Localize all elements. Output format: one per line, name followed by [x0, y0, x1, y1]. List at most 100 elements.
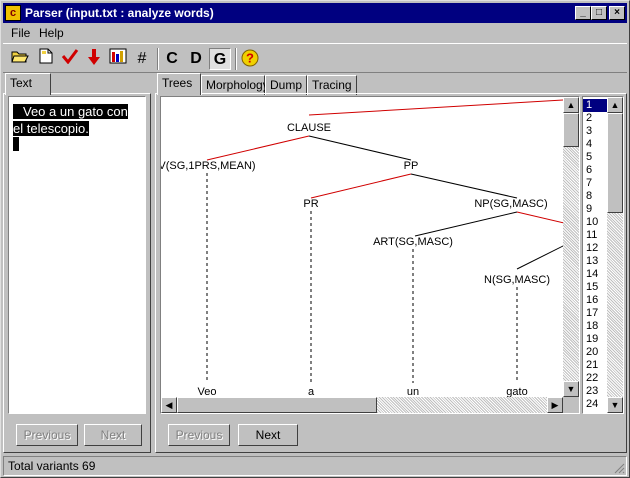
toolbar-separator	[157, 48, 159, 70]
variant-item[interactable]: 13	[583, 255, 607, 268]
scroll-corner	[563, 397, 579, 413]
variant-item[interactable]: 24	[583, 398, 607, 411]
variant-item[interactable]: 1	[583, 99, 607, 112]
variant-list[interactable]: 1 2 3 4 5 6 7 8 9 10 11 12 13 14 15 16 17 18 19 20 21 22 23 24	[583, 99, 607, 411]
node-n: N(SG,MASC)	[484, 274, 550, 286]
variant-item[interactable]: 20	[583, 346, 607, 359]
window-title: Parser (input.txt : analyze words)	[25, 6, 214, 20]
scroll-thumb-horizontal[interactable]	[177, 397, 377, 413]
variant-scroll-track[interactable]	[607, 213, 623, 397]
variant-item[interactable]: 17	[583, 307, 607, 320]
parse-tree: CLAUSE V(SG,1PRS,MEAN) PP PR NP(SG,MASC)…	[161, 99, 563, 397]
edge-clause-v	[206, 135, 310, 161]
variant-item[interactable]: 7	[583, 177, 607, 190]
help-icon[interactable]: ?	[239, 48, 261, 70]
variant-item[interactable]: 4	[583, 138, 607, 151]
tab-tracing[interactable]: Tracing	[307, 75, 357, 95]
title-bar[interactable]: c Parser (input.txt : analyze words) _ □…	[3, 3, 627, 23]
node-pr: PR	[303, 198, 318, 210]
word-veo: Veo	[198, 386, 217, 397]
minimize-button[interactable]: _	[575, 6, 591, 20]
text-area[interactable]: Veo a un gato con el telescopio.	[8, 96, 146, 414]
g-button[interactable]: G	[209, 48, 231, 70]
menu-bar: File Help	[3, 24, 627, 43]
node-pp: PP	[404, 160, 419, 172]
scroll-down-arrow-icon[interactable]: ▼	[563, 381, 579, 397]
node-clause: CLAUSE	[287, 122, 331, 134]
help-label: ?	[246, 51, 254, 66]
tree-canvas[interactable]: CLAUSE V(SG,1PRS,MEAN) PP PR NP(SG,MASC)…	[160, 96, 580, 414]
variant-scroll-down-arrow-icon[interactable]: ▼	[607, 397, 623, 413]
variant-item[interactable]: 12	[583, 242, 607, 255]
variant-item[interactable]: 6	[583, 164, 607, 177]
text-panel: Veo a un gato con el telescopio. Previou…	[3, 93, 151, 453]
variant-item[interactable]: 5	[583, 151, 607, 164]
new-document-icon[interactable]	[35, 48, 57, 70]
maximize-button[interactable]: □	[591, 6, 607, 20]
scroll-up-arrow-icon[interactable]: ▲	[563, 97, 579, 113]
hash-button[interactable]: #	[131, 48, 153, 70]
variant-item[interactable]: 10	[583, 216, 607, 229]
table-chart-icon[interactable]	[107, 48, 129, 70]
edge-np-n	[516, 245, 563, 270]
red-check-icon[interactable]	[59, 48, 81, 70]
variant-list-box[interactable]: 1 2 3 4 5 6 7 8 9 10 11 12 13 14 15 16 17 18 19 20 21 22 23 24 …	[582, 96, 624, 414]
tab-text[interactable]: Text	[5, 73, 51, 95]
edge-clause-pp	[308, 135, 412, 161]
trees-previous-button[interactable]: Previous	[168, 424, 230, 446]
variant-item[interactable]: 21	[583, 359, 607, 372]
red-down-arrow-icon[interactable]	[83, 48, 105, 70]
toolbar: # C D G ?	[3, 43, 627, 73]
variant-item[interactable]: 22	[583, 372, 607, 385]
variant-item[interactable]: 23	[583, 385, 607, 398]
variant-item[interactable]: 16	[583, 294, 607, 307]
variant-scroll-thumb[interactable]	[607, 113, 623, 213]
tab-morphology[interactable]: Morphology	[201, 75, 269, 95]
text-cursor	[13, 137, 19, 151]
tab-trees[interactable]: Trees	[157, 73, 201, 95]
close-button[interactable]: ×	[609, 6, 625, 20]
variant-item[interactable]: 15	[583, 281, 607, 294]
variant-item[interactable]: 19	[583, 333, 607, 346]
text-content: Veo a un gato con el telescopio.	[13, 103, 128, 151]
scroll-left-arrow-icon[interactable]: ◀	[161, 397, 177, 413]
variant-item[interactable]: 18	[583, 320, 607, 333]
variant-item[interactable]: 2	[583, 112, 607, 125]
edge-np-head	[516, 211, 563, 224]
scroll-thumb[interactable]	[563, 113, 579, 147]
open-folder-icon[interactable]	[9, 48, 31, 70]
parser-window: c Parser (input.txt : analyze words) _ □…	[0, 0, 630, 478]
toolbar-separator	[235, 48, 237, 70]
variant-item[interactable]: 8	[583, 190, 607, 203]
node-v: V(SG,1PRS,MEAN)	[161, 160, 256, 172]
edge-pp-pr	[310, 173, 412, 199]
tab-dump[interactable]: Dump	[265, 75, 307, 95]
variant-item[interactable]: 9	[583, 203, 607, 216]
edge-clause-head	[308, 99, 563, 116]
variant-item[interactable]: 14	[583, 268, 607, 281]
menu-file[interactable]: File	[11, 26, 30, 40]
text-next-button[interactable]: Next	[84, 424, 142, 446]
edge-pp-np	[410, 173, 518, 199]
resize-grip-icon[interactable]	[613, 462, 625, 474]
variant-scrollbar[interactable]: ▲ ▼	[607, 97, 623, 413]
variant-item[interactable]: 11	[583, 229, 607, 242]
app-icon[interactable]: c	[5, 5, 21, 21]
variant-scroll-up-arrow-icon[interactable]: ▲	[607, 97, 623, 113]
text-previous-button[interactable]: Previous	[16, 424, 78, 446]
word-gato: gato	[506, 386, 527, 397]
variant-item[interactable]: 3	[583, 125, 607, 138]
word-a: a	[308, 386, 315, 397]
tree-vertical-scrollbar[interactable]: ▲ ▼	[563, 97, 579, 397]
tree-horizontal-scrollbar[interactable]: ◀ ▶	[161, 397, 563, 413]
node-art: ART(SG,MASC)	[373, 236, 453, 248]
scroll-right-arrow-icon[interactable]: ▶	[547, 397, 563, 413]
c-button[interactable]: C	[161, 48, 183, 70]
edge-np-art	[414, 211, 518, 237]
status-bar: Total variants 69	[3, 456, 627, 476]
word-un: un	[407, 386, 419, 397]
trees-next-button[interactable]: Next	[238, 424, 298, 446]
menu-help[interactable]: Help	[39, 26, 64, 40]
d-button[interactable]: D	[185, 48, 207, 70]
trees-panel: CLAUSE V(SG,1PRS,MEAN) PP PR NP(SG,MASC)…	[155, 93, 627, 453]
